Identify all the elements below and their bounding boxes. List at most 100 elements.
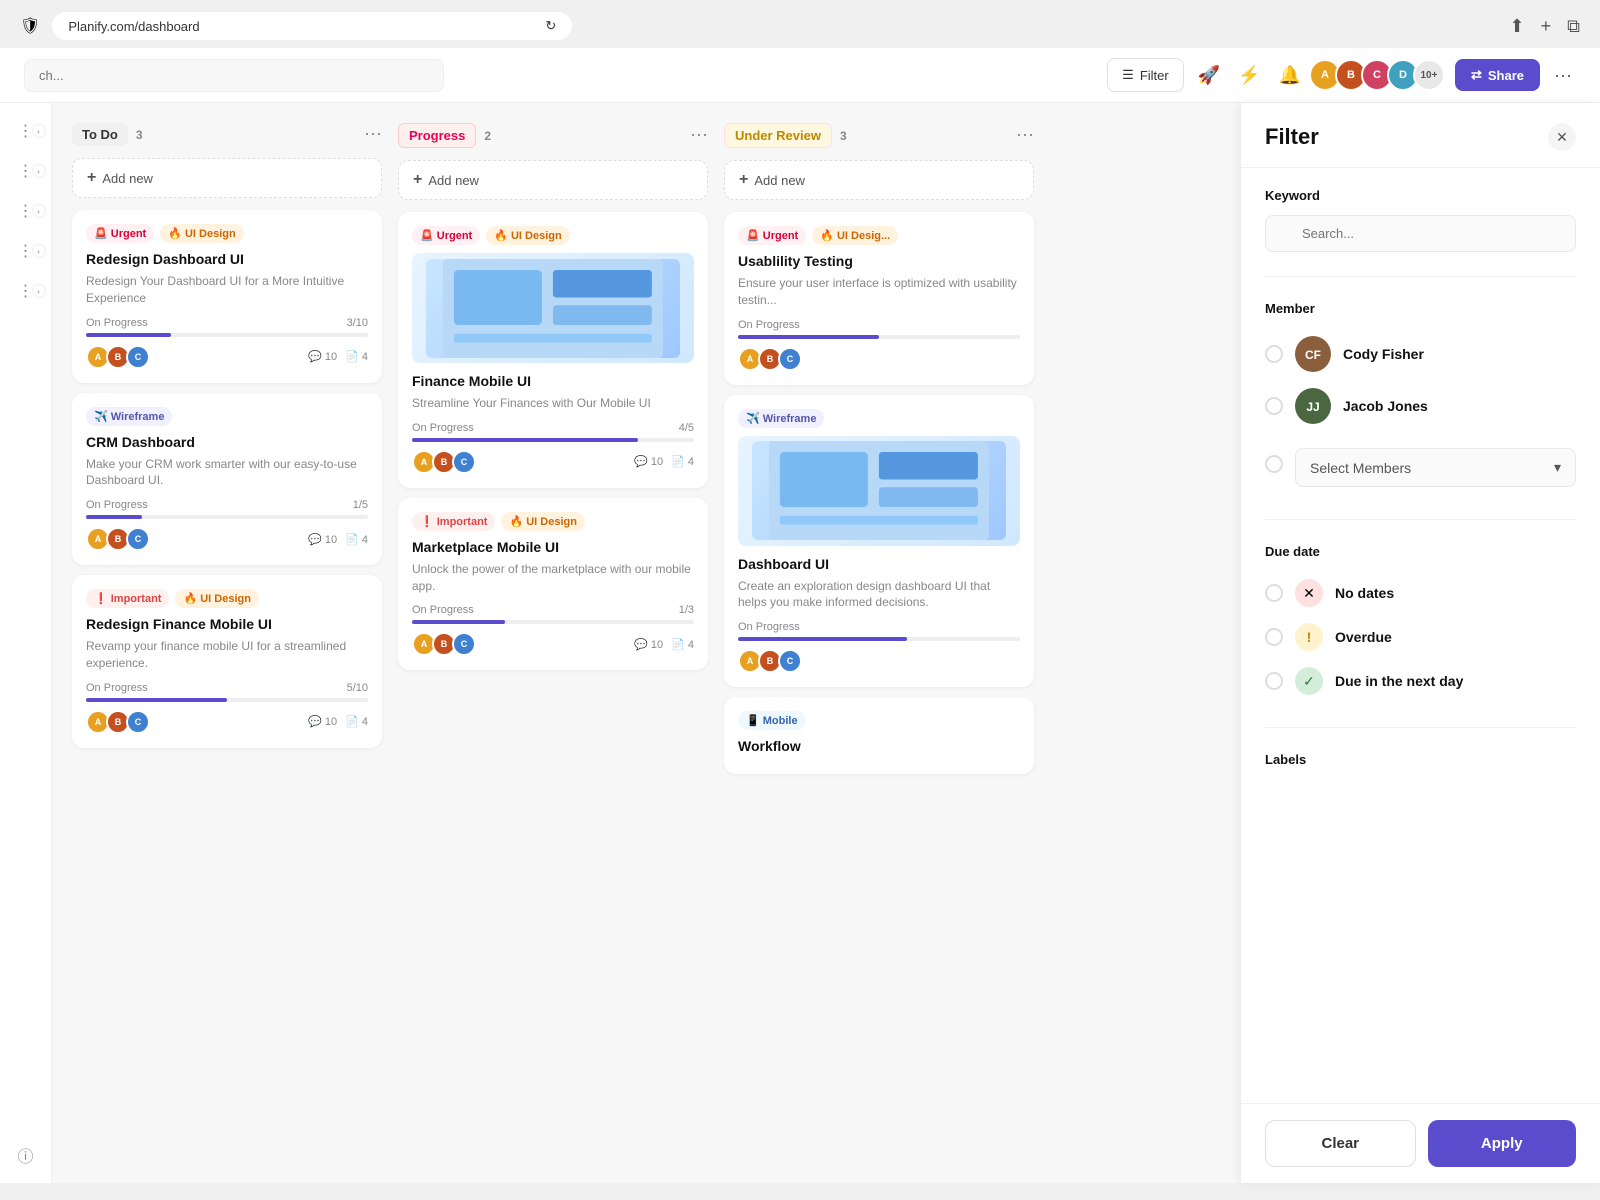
progress-section: On Progress 1/5	[86, 499, 368, 519]
add-new-label: Add new	[102, 171, 153, 186]
browser-url-bar[interactable]: Planify.com/dashboard ↻	[52, 12, 572, 40]
progress-status: On Progress	[86, 317, 148, 329]
card-stats: 💬 10 📄 4	[308, 350, 368, 363]
share-label: Share	[1488, 68, 1524, 83]
due-date-no-dates[interactable]: ✕ No dates	[1265, 571, 1576, 615]
column-header-review: Under Review 3 ⋯	[724, 123, 1034, 148]
member-option-jacob[interactable]: JJ Jacob Jones	[1265, 380, 1576, 432]
card-desc: Redesign Your Dashboard UI for a More In…	[86, 273, 368, 307]
column-menu-progress[interactable]: ⋯	[690, 125, 708, 146]
progress-fill	[412, 620, 505, 624]
card-avatar: C	[126, 710, 150, 734]
file-stat: 📄 4	[671, 638, 694, 651]
card-title: Workflow	[738, 738, 1020, 754]
add-new-todo[interactable]: + Add new	[72, 158, 382, 198]
share-button[interactable]: ⇄ Share	[1455, 59, 1540, 91]
tag: 🔥 UI Design	[486, 226, 569, 245]
add-new-review[interactable]: + Add new	[724, 160, 1034, 200]
browser-tabs-icon[interactable]: ⧉	[1567, 16, 1580, 37]
sidebar-expand-3[interactable]: ⋮ ›	[10, 195, 42, 227]
tag: 🚨 Urgent	[738, 226, 806, 245]
comment-stat: 💬 10	[634, 638, 663, 651]
select-members-dropdown[interactable]: Select Members ▾	[1295, 448, 1576, 487]
next-day-icon: ✓	[1295, 667, 1323, 695]
keyword-input[interactable]	[1265, 215, 1576, 252]
progress-status: On Progress	[86, 682, 148, 694]
browser-new-tab-icon[interactable]: +	[1541, 16, 1552, 37]
card-tags: ❗ Important🔥 UI Design	[86, 589, 368, 608]
header-actions: ☰ Filter 🚀 ⚡ 🔔 A B C D 10+ ⇄ Share ···	[1107, 58, 1576, 92]
card-footer: ABC 💬 10 📄 4	[86, 527, 368, 551]
member-option-cody[interactable]: CF Cody Fisher	[1265, 328, 1576, 380]
card-footer: ABC 💬 10 📄 4	[86, 710, 368, 734]
progress-section: On Progress	[738, 319, 1020, 339]
card-title: Redesign Finance Mobile UI	[86, 616, 368, 632]
file-stat: 📄 4	[671, 455, 694, 468]
member-radio-jacob[interactable]	[1265, 397, 1283, 415]
card-desc: Ensure your user interface is optimized …	[738, 275, 1020, 309]
browser-actions: ⬆ + ⧉	[1510, 16, 1580, 37]
progress-label: On Progress 3/10	[86, 317, 368, 329]
labels-section: Labels	[1265, 752, 1576, 767]
apply-button[interactable]: Apply	[1428, 1120, 1577, 1167]
card-title: CRM Dashboard	[86, 434, 368, 450]
filter-close-button[interactable]: ✕	[1548, 123, 1576, 151]
main-layout: ⋮ › ⋮ › ⋮ › ⋮ › ⋮ › ⓘ To Do 3 ⋯ +	[0, 103, 1600, 1183]
lightning-icon-button[interactable]: ⚡	[1234, 61, 1264, 90]
progress-fill	[738, 637, 907, 641]
card-footer: ABC	[738, 649, 1020, 673]
clear-button[interactable]: Clear	[1265, 1120, 1416, 1167]
sidebar-expand-2[interactable]: ⋮ ›	[10, 155, 42, 187]
member-radio-placeholder[interactable]	[1265, 455, 1283, 473]
card-title: Finance Mobile UI	[412, 373, 694, 389]
card-avatars: ABC	[412, 450, 476, 474]
tag: ❗ Important	[412, 512, 495, 531]
due-date-next-day[interactable]: ✓ Due in the next day	[1265, 659, 1576, 703]
add-new-label: Add new	[754, 173, 805, 188]
filter-button[interactable]: ☰ Filter	[1107, 58, 1184, 92]
card-card-1: 🚨 Urgent🔥 UI Design Redesign Dashboard U…	[72, 210, 382, 383]
filter-header: Filter ✕	[1241, 103, 1600, 168]
reload-icon[interactable]: ↻	[545, 18, 556, 34]
card-image	[412, 253, 694, 363]
due-date-radio-next-day[interactable]	[1265, 672, 1283, 690]
tag: 🔥 UI Design	[501, 512, 584, 531]
rocket-icon-button[interactable]: 🚀	[1194, 61, 1224, 90]
card-card-7: ✈️ Wireframe Dashboard UI Create an expl…	[724, 395, 1034, 688]
member-radio-cody[interactable]	[1265, 345, 1283, 363]
svg-text:CF: CF	[1305, 348, 1321, 362]
browser-share-icon[interactable]: ⬆	[1510, 16, 1525, 37]
tag: 🚨 Urgent	[86, 224, 154, 243]
column-count-progress: 2	[484, 129, 491, 143]
card-title: Marketplace Mobile UI	[412, 539, 694, 555]
column-menu-todo[interactable]: ⋯	[364, 124, 382, 145]
progress-status: On Progress	[412, 422, 474, 434]
due-date-radio-no-dates[interactable]	[1265, 584, 1283, 602]
sidebar-info-icon[interactable]: ⓘ	[10, 1139, 42, 1171]
card-avatars: ABC	[738, 347, 802, 371]
card-avatar: C	[778, 347, 802, 371]
sidebar-expand-1[interactable]: ⋮ ›	[10, 115, 42, 147]
sidebar-expand-4[interactable]: ⋮ ›	[10, 235, 42, 267]
card-avatars: ABC	[86, 345, 150, 369]
column-menu-review[interactable]: ⋯	[1016, 125, 1034, 146]
add-new-progress[interactable]: + Add new	[398, 160, 708, 200]
progress-section: On Progress 4/5	[412, 422, 694, 442]
column-header-todo: To Do 3 ⋯	[72, 123, 382, 146]
sidebar-expand-5[interactable]: ⋮ ›	[10, 275, 42, 307]
overdue-label: Overdue	[1335, 629, 1392, 645]
progress-status: On Progress	[86, 499, 148, 511]
card-desc: Unlock the power of the marketplace with…	[412, 561, 694, 595]
card-card-3: ❗ Important🔥 UI Design Redesign Finance …	[72, 575, 382, 748]
due-date-radio-overdue[interactable]	[1265, 628, 1283, 646]
progress-fill	[86, 333, 171, 337]
card-image	[738, 436, 1020, 546]
progress-section: On Progress 3/10	[86, 317, 368, 337]
due-date-overdue[interactable]: ! Overdue	[1265, 615, 1576, 659]
comment-stat: 💬 10	[308, 350, 337, 363]
card-avatars: ABC	[86, 710, 150, 734]
more-options-button[interactable]: ···	[1550, 61, 1576, 90]
kanban-column-todo: To Do 3 ⋯ + Add new 🚨 Urgent🔥 UI Design …	[72, 123, 382, 1163]
search-input[interactable]	[24, 59, 444, 92]
bell-icon-button[interactable]: 🔔	[1275, 61, 1305, 90]
